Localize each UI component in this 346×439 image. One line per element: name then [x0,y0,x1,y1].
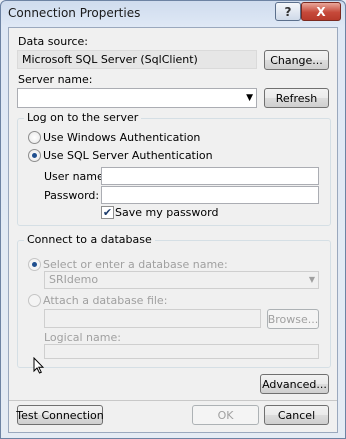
dialog-body: Data source: Microsoft SQL Server (SqlCl… [8,27,338,433]
username-input[interactable] [101,167,319,185]
data-source-value: Microsoft SQL Server (SqlClient) [17,50,257,69]
close-button[interactable]: X [301,2,341,21]
data-source-label: Data source: [18,35,88,48]
chevron-down-icon[interactable]: ▼ [309,275,315,284]
mouse-pointer-icon [33,357,44,374]
title-bar: Connection Properties ? X [1,1,345,27]
attach-file-input[interactable] [44,309,261,328]
database-name-value: SRIdemo [49,273,99,286]
change-button[interactable]: Change... [264,50,329,70]
logical-name-input[interactable] [44,344,319,359]
logical-name-label: Logical name: [44,331,121,344]
browse-button[interactable]: Browse... [267,309,319,329]
windows-auth-radio[interactable] [28,131,41,144]
refresh-button[interactable]: Refresh [264,88,329,108]
logon-group-label: Log on to the server [24,111,142,124]
server-name-label: Server name: [18,73,93,86]
save-password-checkbox[interactable]: ✔ [101,206,114,219]
select-database-label: Select or enter a database name: [43,258,228,271]
database-name-combo[interactable]: SRIdemo ▼ [44,271,319,289]
connection-properties-dialog: Connection Properties ? X Data source: M… [0,0,346,439]
server-name-combo[interactable]: ▼ [17,88,257,108]
advanced-button[interactable]: Advanced... [260,374,329,394]
window-title: Connection Properties [8,6,141,20]
help-button[interactable]: ? [275,2,301,21]
username-label: User name: [44,170,108,183]
test-connection-button[interactable]: Test Connection [16,405,104,425]
attach-file-label: Attach a database file: [43,294,168,307]
sql-auth-label[interactable]: Use SQL Server Authentication [43,149,213,162]
help-icon: ? [284,4,292,19]
password-label: Password: [44,189,100,202]
save-password-label[interactable]: Save my password [115,206,218,219]
attach-file-radio[interactable] [28,294,41,307]
windows-auth-label[interactable]: Use Windows Authentication [43,131,200,144]
ok-button[interactable]: OK [192,405,259,425]
sql-auth-radio[interactable] [28,149,41,162]
cancel-button[interactable]: Cancel [264,405,329,425]
database-group-label: Connect to a database [24,233,155,246]
footer-divider [9,400,337,401]
select-database-radio[interactable] [28,258,41,271]
close-icon: X [316,4,326,19]
password-input[interactable] [101,186,319,204]
chevron-down-icon[interactable]: ▼ [246,93,253,103]
